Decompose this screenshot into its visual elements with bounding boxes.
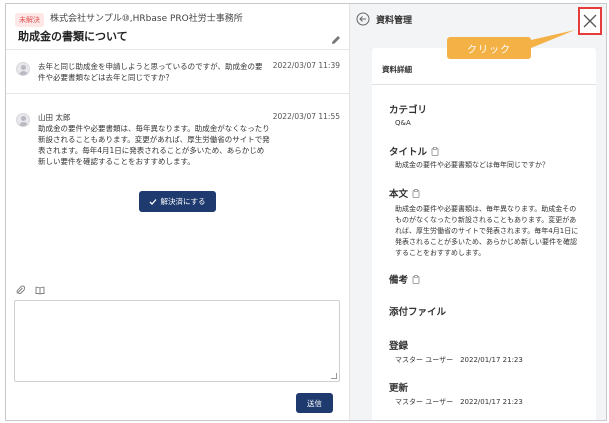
message-time: 2022/03/07 11:39 bbox=[272, 61, 340, 70]
message-item: 山田 太郎 助成金の要件や必要書類は、毎年異なります。助成金がなくなったり新設さ… bbox=[6, 104, 350, 274]
updated-label: 更新 bbox=[389, 380, 408, 394]
company-name: 株式会社サンプル⑩,HRbase PRO社労士事務所 bbox=[50, 14, 243, 24]
category-label: カテゴリ bbox=[389, 102, 427, 116]
document-panel: 資料管理 資料詳細 カテゴリ Q&A タイトル 助成金の要件や必要書類などは毎年… bbox=[350, 4, 606, 420]
note-label-text: 備考 bbox=[389, 275, 409, 286]
message-item: 去年と同じ助成金を申請しようと思っているのですが、助成金の要件や必要書類などは去… bbox=[6, 50, 350, 94]
message-text: 去年と同じ助成金を申請しようと思っているのですが、助成金の要件や必要書類などは去… bbox=[38, 62, 263, 82]
resize-handle[interactable] bbox=[331, 373, 337, 379]
message-body: 山田 太郎 助成金の要件や必要書類は、毎年異なります。助成金がなくなったり新設さ… bbox=[38, 112, 270, 167]
divider bbox=[372, 84, 596, 85]
body-value: 助成金の要件や必要書類は、毎年異なります。助成金そのものがなくなったり新設される… bbox=[395, 205, 579, 257]
registered-label: 登録 bbox=[389, 338, 408, 352]
avatar bbox=[16, 113, 30, 127]
book-icon[interactable] bbox=[35, 280, 45, 299]
page-title: 助成金の書類について bbox=[18, 30, 128, 43]
panel-title: 資料管理 bbox=[376, 16, 413, 26]
message-time: 2022/03/07 11:55 bbox=[272, 112, 340, 121]
conversation-header: 未解決 株式会社サンプル⑩,HRbase PRO社労士事務所 助成金の書類につい… bbox=[6, 4, 349, 50]
document-detail-card: 資料詳細 カテゴリ Q&A タイトル 助成金の要件や必要書類などは毎年同じですか… bbox=[372, 48, 596, 420]
registered-label-text: 登録 bbox=[389, 341, 409, 352]
body-label: 本文 bbox=[389, 186, 420, 200]
body-label-text: 本文 bbox=[389, 189, 409, 200]
app-window: 未解決 株式会社サンプル⑩,HRbase PRO社労士事務所 助成金の書類につい… bbox=[5, 3, 607, 421]
registered-value: マスター ユーザー 2022/01/17 21:23 bbox=[395, 356, 523, 364]
attachment-label-text: 添付ファイル bbox=[389, 307, 447, 318]
attachment-label: 添付ファイル bbox=[389, 304, 446, 318]
resolve-button-label: 解決済にする bbox=[160, 197, 206, 206]
category-label-text: カテゴリ bbox=[389, 105, 428, 116]
paperclip-icon[interactable] bbox=[16, 280, 26, 299]
pencil-icon[interactable] bbox=[331, 30, 341, 49]
status-badge: 未解決 bbox=[15, 13, 44, 27]
clipboard-icon[interactable] bbox=[412, 188, 420, 198]
clipboard-icon[interactable] bbox=[431, 146, 439, 156]
resolve-button[interactable]: 解決済にする bbox=[139, 191, 216, 212]
updated-label-text: 更新 bbox=[389, 383, 409, 394]
message-text: 助成金の要件や必要書類は、毎年異なります。助成金がなくなったり新設されることもあ… bbox=[38, 124, 270, 166]
back-arrow-icon[interactable] bbox=[356, 11, 370, 30]
reply-textarea[interactable] bbox=[14, 300, 340, 382]
close-highlight bbox=[578, 7, 602, 35]
updated-value: マスター ユーザー 2022/01/17 21:23 bbox=[395, 398, 523, 406]
clipboard-icon[interactable] bbox=[412, 274, 420, 284]
category-value: Q&A bbox=[395, 119, 411, 127]
message-author: 山田 太郎 bbox=[38, 113, 71, 122]
title-label-text: タイトル bbox=[389, 147, 428, 158]
title-value: 助成金の要件や必要書類などは毎年同じですか？ bbox=[395, 161, 549, 169]
conversation-pane: 未解決 株式会社サンプル⑩,HRbase PRO社労士事務所 助成金の書類につい… bbox=[6, 4, 350, 420]
title-label: タイトル bbox=[389, 144, 439, 158]
close-icon[interactable] bbox=[582, 13, 598, 33]
callout-pointer bbox=[531, 30, 575, 48]
click-callout: クリック bbox=[447, 37, 531, 59]
send-button[interactable]: 送信 bbox=[296, 393, 333, 413]
card-title: 資料詳細 bbox=[382, 65, 412, 74]
check-icon bbox=[149, 198, 157, 205]
avatar bbox=[16, 62, 30, 76]
note-label: 備考 bbox=[389, 272, 420, 286]
compose-toolbar bbox=[16, 280, 45, 299]
